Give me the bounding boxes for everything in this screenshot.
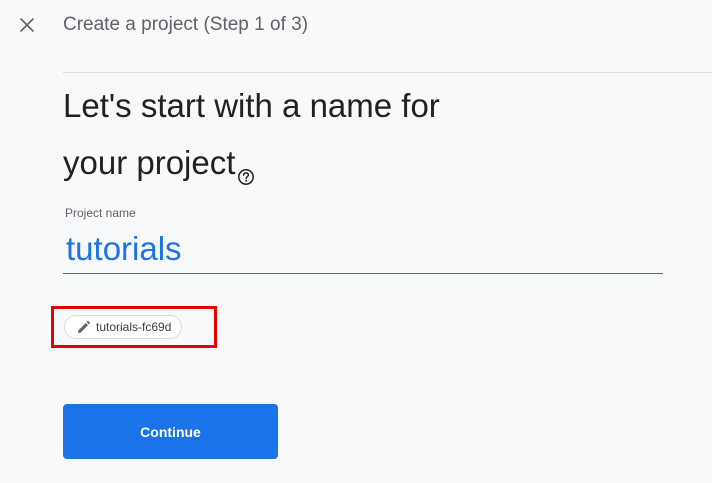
heading-line-1: Let's start with a name for — [63, 87, 440, 124]
heading-line-2: your project — [63, 144, 236, 181]
wizard-step-title: Create a project (Step 1 of 3) — [63, 14, 309, 35]
header-divider — [63, 72, 712, 73]
pencil-icon — [77, 320, 90, 334]
page-heading: Let's start with a name for your project — [63, 77, 663, 203]
continue-button[interactable]: Continue — [63, 404, 278, 459]
project-id-chip[interactable]: tutorials-fc69d — [64, 315, 183, 339]
close-icon — [20, 18, 34, 32]
help-icon[interactable] — [237, 146, 255, 203]
project-id-label: tutorials-fc69d — [96, 320, 172, 334]
close-button[interactable] — [14, 12, 40, 38]
project-name-label: Project name — [65, 206, 136, 220]
project-name-input[interactable] — [63, 224, 663, 274]
